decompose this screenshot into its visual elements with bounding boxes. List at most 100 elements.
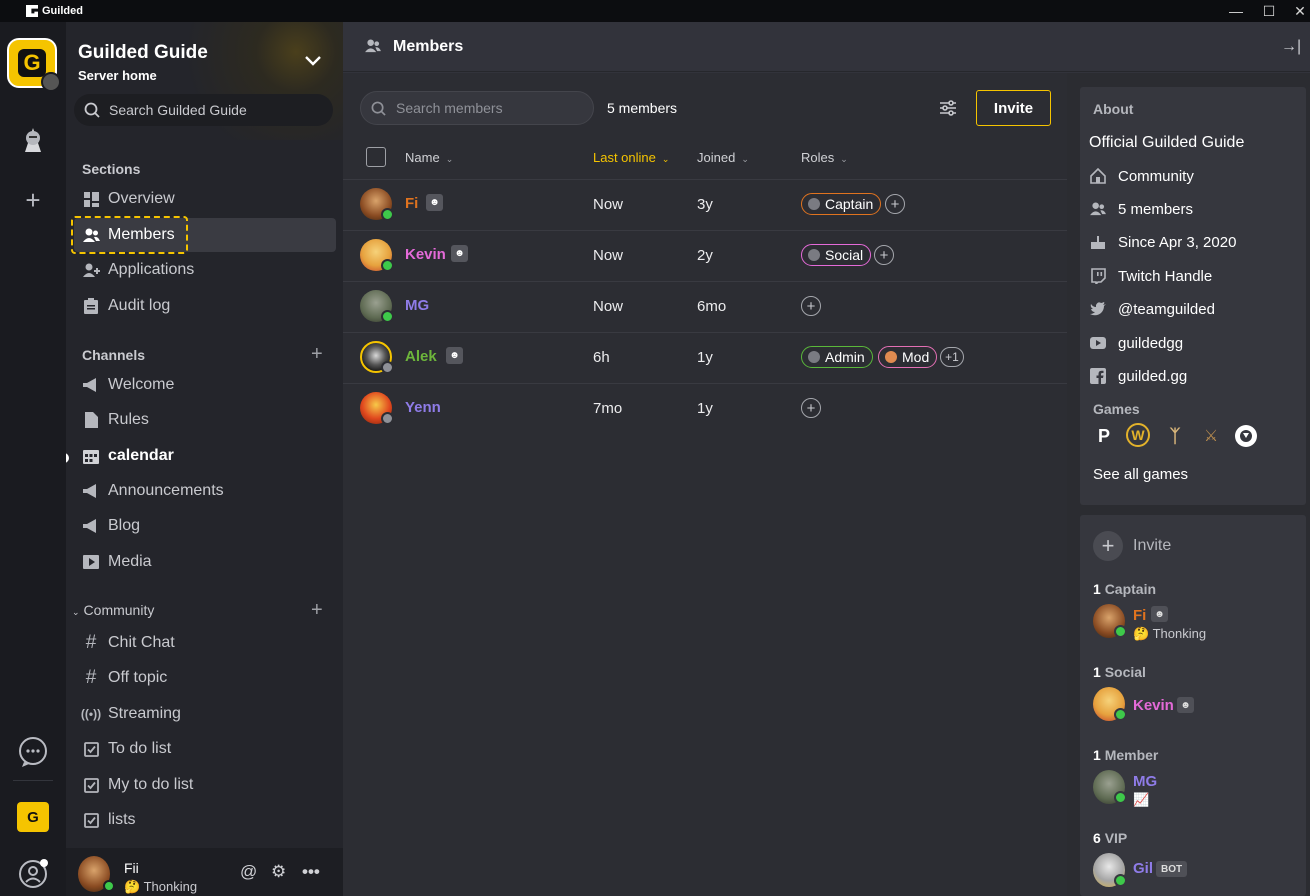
dota-game-icon[interactable]: ᛉ bbox=[1162, 423, 1188, 449]
wow-game-icon[interactable]: W bbox=[1126, 423, 1150, 447]
channel-calendar[interactable]: calendar bbox=[74, 439, 336, 473]
column-header-joined[interactable]: Joined ⌄ bbox=[697, 150, 749, 165]
role-label: Captain bbox=[825, 196, 874, 212]
about-item-youtube[interactable]: guildedgg bbox=[1089, 334, 1183, 352]
collapse-panel-icon[interactable]: →| bbox=[1281, 38, 1301, 56]
twitter-icon bbox=[1089, 300, 1107, 318]
table-row[interactable]: Kevin ☻ Now 2y Social + bbox=[343, 230, 1067, 281]
column-header-roles[interactable]: Roles ⌄ bbox=[801, 150, 848, 165]
sidebar-item-audit-log[interactable]: Audit log bbox=[74, 289, 336, 323]
maximize-button[interactable]: ☐ bbox=[1253, 0, 1285, 22]
sidebar-item-overview[interactable]: Overview bbox=[74, 182, 336, 216]
friends-icon[interactable] bbox=[13, 854, 53, 894]
column-header-name[interactable]: Name ⌄ bbox=[405, 150, 453, 165]
add-server-icon[interactable]: + bbox=[13, 180, 53, 220]
user-bar: Fii 🤔 Thonking @ ⚙ ••• bbox=[66, 848, 343, 896]
channel-rules[interactable]: Rules bbox=[74, 403, 336, 437]
table-row[interactable]: Yenn 7mo 1y + bbox=[343, 383, 1067, 434]
add-role-button[interactable]: + bbox=[801, 398, 821, 418]
channel-chit-chat[interactable]: # Chit Chat bbox=[74, 626, 336, 660]
add-role-button[interactable]: + bbox=[885, 194, 905, 214]
about-item-facebook[interactable]: guilded.gg bbox=[1089, 367, 1187, 385]
roster-member[interactable]: Kevin ☻ bbox=[1093, 687, 1303, 725]
channel-announcements[interactable]: Announcements bbox=[74, 474, 336, 508]
select-all-checkbox[interactable] bbox=[366, 147, 386, 167]
add-role-button[interactable]: + bbox=[801, 296, 821, 316]
diablo-game-icon[interactable]: ⚔ bbox=[1198, 423, 1224, 449]
bot-tag: BOT bbox=[1156, 861, 1188, 877]
checkbox-icon bbox=[82, 811, 100, 829]
column-header-last-online[interactable]: Last online ⌄ bbox=[593, 150, 669, 165]
server-icon-guilded-guide[interactable]: G bbox=[7, 38, 61, 92]
member-name[interactable]: Yenn bbox=[405, 399, 441, 416]
guilded-logo-icon bbox=[26, 5, 38, 17]
community-category[interactable]: ⌄ Community bbox=[72, 602, 154, 618]
more-roles-badge[interactable]: +1 bbox=[940, 347, 964, 367]
member-name[interactable]: Alek bbox=[405, 348, 437, 365]
roster-member[interactable]: Gil BOT bbox=[1093, 853, 1303, 891]
mention-icon[interactable]: @ bbox=[240, 862, 257, 882]
member-search-input[interactable]: Search members bbox=[360, 91, 594, 125]
role-pill-social[interactable]: Social bbox=[801, 244, 872, 266]
captain-badge-icon: ☻ bbox=[426, 194, 443, 211]
add-community-channel-icon[interactable]: + bbox=[311, 600, 323, 620]
about-title: About bbox=[1093, 101, 1134, 117]
channel-off-topic[interactable]: # Off topic bbox=[74, 661, 336, 695]
role-icon bbox=[808, 249, 820, 261]
roster-group-vip: 6 VIP bbox=[1093, 830, 1127, 846]
roster-member[interactable]: Fi ☻ 🤔 Thonking bbox=[1093, 604, 1303, 642]
guilded-home-icon[interactable]: G bbox=[17, 802, 49, 832]
gear-icon[interactable]: ⚙ bbox=[271, 862, 286, 882]
rail-divider bbox=[13, 780, 53, 781]
channel-streaming[interactable]: ((•)) Streaming bbox=[74, 697, 336, 731]
server-search-input[interactable]: Search Guilded Guide bbox=[74, 94, 333, 126]
member-name[interactable]: Fi bbox=[405, 195, 418, 212]
chevron-down-icon: ⌄ bbox=[445, 154, 454, 164]
hash-icon: # bbox=[85, 667, 97, 688]
member-name[interactable]: MG bbox=[405, 297, 429, 314]
overwatch-game-icon[interactable] bbox=[1233, 423, 1259, 449]
more-icon[interactable]: ••• bbox=[302, 862, 320, 882]
about-item-twitch[interactable]: Twitch Handle bbox=[1089, 267, 1212, 285]
channel-welcome[interactable]: Welcome bbox=[74, 368, 336, 402]
about-label: Community bbox=[1118, 167, 1194, 185]
role-label: Mod bbox=[902, 349, 930, 365]
table-row[interactable]: MG Now 6mo + bbox=[343, 281, 1067, 332]
paladins-game-icon[interactable]: P bbox=[1091, 423, 1117, 449]
chat-bubble-icon[interactable] bbox=[13, 732, 53, 772]
channel-lists[interactable]: lists bbox=[74, 803, 336, 837]
chevron-down-icon: ⌄ bbox=[661, 154, 670, 164]
server-search-placeholder: Search Guilded Guide bbox=[109, 102, 247, 118]
group-name: Social bbox=[1104, 664, 1146, 680]
channel-media[interactable]: Media bbox=[74, 545, 336, 579]
search-icon bbox=[371, 101, 386, 116]
role-pill-admin[interactable]: Admin bbox=[801, 346, 873, 368]
about-item-twitter[interactable]: @teamguilded bbox=[1089, 300, 1215, 318]
channel-label: Off topic bbox=[108, 669, 168, 686]
add-channel-icon[interactable]: + bbox=[311, 344, 323, 364]
filter-icon[interactable] bbox=[939, 99, 957, 121]
close-button[interactable]: ✕ bbox=[1284, 0, 1310, 22]
chevron-down-icon[interactable] bbox=[304, 54, 322, 72]
role-pill-mod[interactable]: Mod bbox=[878, 346, 938, 368]
table-row[interactable]: Alek ☻ 6h 1y Admin Mod +1 bbox=[343, 332, 1067, 383]
channel-to-do-list[interactable]: To do list bbox=[74, 732, 336, 766]
minimize-button[interactable]: — bbox=[1220, 0, 1252, 22]
user-status: 🤔 Thonking bbox=[124, 879, 198, 894]
table-row[interactable]: Fi ☻ Now 3y Captain + bbox=[343, 179, 1067, 230]
add-role-button[interactable]: + bbox=[874, 245, 894, 265]
member-name[interactable]: Kevin bbox=[405, 246, 446, 263]
channel-blog[interactable]: Blog bbox=[74, 509, 336, 543]
server-icon-knight[interactable] bbox=[13, 122, 53, 162]
channels-title: Channels bbox=[82, 347, 146, 363]
roster-member[interactable]: MG 📈 bbox=[1093, 770, 1303, 808]
sidebar-item-applications[interactable]: Applications bbox=[74, 253, 336, 287]
group-count: 6 bbox=[1093, 830, 1101, 846]
channel-my-to-do-list[interactable]: My to do list bbox=[74, 768, 336, 802]
see-all-games-link[interactable]: See all games bbox=[1093, 466, 1188, 483]
sidebar-item-label: Audit log bbox=[108, 297, 171, 314]
invite-button[interactable]: Invite bbox=[976, 90, 1051, 126]
roster-invite-button[interactable]: + Invite bbox=[1093, 531, 1171, 561]
role-pill-captain[interactable]: Captain bbox=[801, 193, 882, 215]
add-user-icon bbox=[82, 261, 100, 279]
